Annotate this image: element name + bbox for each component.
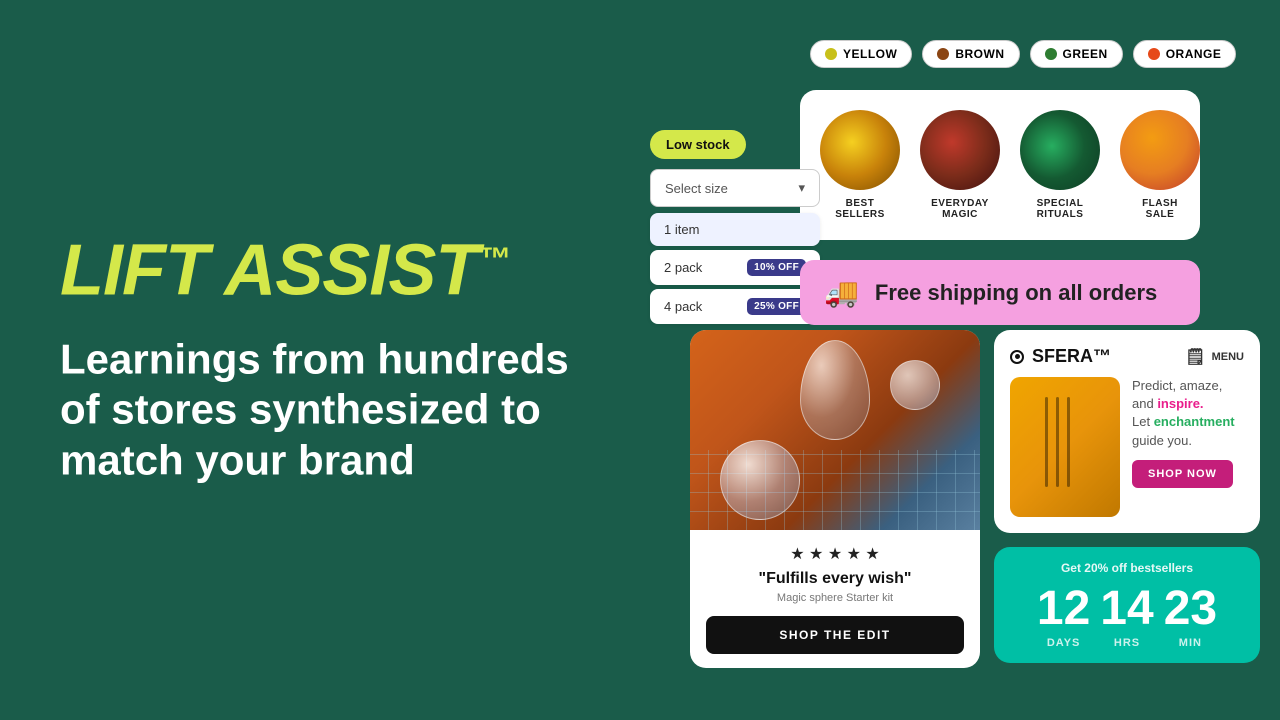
color-orange-label: ORANGE [1166, 47, 1222, 61]
days-label: DAYS [1047, 637, 1081, 649]
countdown-card: Get 20% off bestsellers 12 DAYS 14 HRS 2… [994, 547, 1260, 663]
shipping-text: Free shipping on all orders [875, 280, 1157, 306]
sphere-large [720, 440, 800, 520]
best-sellers-label: BESTSELLERS [835, 198, 885, 220]
yellow-dot [825, 48, 837, 60]
everyday-magic-img [920, 110, 1000, 190]
sfera-name: SFERA™ [1032, 346, 1111, 367]
bottom-row: ★ ★ ★ ★ ★ "Fulfills every wish" Magic sp… [690, 330, 1260, 668]
sfera-logo: SFERA™ [1010, 346, 1111, 367]
shop-the-edit-button[interactable]: SHOP THE EDIT [706, 616, 964, 654]
flash-sale-img [1120, 110, 1200, 190]
countdown-min: 23 MIN [1164, 585, 1217, 649]
hrs-label: HRS [1114, 637, 1140, 649]
size-select-dropdown[interactable]: Select size ▾ [650, 169, 820, 207]
sphere-tall [800, 340, 870, 440]
sfera-product-image [1010, 377, 1120, 517]
hrs-value: 14 [1100, 585, 1153, 633]
brown-dot [937, 48, 949, 60]
menu-label: MENU [1212, 351, 1244, 363]
best-sellers-img [820, 110, 900, 190]
color-brown-label: BROWN [955, 47, 1004, 61]
tagline: Learnings from hundreds of stores synthe… [60, 334, 580, 485]
orange-dot [1148, 48, 1160, 60]
min-label: MIN [1179, 637, 1202, 649]
product-lines [1045, 397, 1085, 487]
size-option-4pack[interactable]: 4 pack 25% OFF [650, 289, 820, 324]
countdown-numbers: 12 DAYS 14 HRS 23 MIN [1010, 585, 1244, 649]
menu-icon: 🗒 [1185, 347, 1205, 367]
brand-title: LIFT ASSIST™ [60, 234, 580, 306]
color-green[interactable]: GREEN [1030, 40, 1123, 68]
flash-sale-label: FLASHSALE [1142, 198, 1178, 220]
product-everyday-magic[interactable]: EVERYDAYMAGIC [920, 110, 1000, 220]
review-text: "Fulfills every wish" [706, 570, 964, 588]
everyday-magic-label: EVERYDAYMAGIC [931, 198, 989, 220]
size-1item-label: 1 item [664, 222, 699, 237]
line-1 [1045, 397, 1048, 487]
chevron-down-icon: ▾ [798, 180, 805, 196]
inspire-highlight: inspire. [1157, 396, 1203, 411]
size-4pack-discount: 25% OFF [747, 298, 806, 315]
truck-icon: 🚚 [824, 276, 859, 309]
countdown-label: Get 20% off bestsellers [1010, 561, 1244, 575]
low-stock-badge: Low stock [650, 130, 746, 159]
shipping-banner: 🚚 Free shipping on all orders [800, 260, 1200, 325]
special-rituals-label: SPECIALRITUALS [1037, 198, 1084, 220]
sfera-inner: Predict, amaze,and inspire.Let enchantme… [1010, 377, 1244, 517]
size-2pack-label: 2 pack [664, 260, 702, 275]
sfera-inner-dot [1015, 354, 1020, 359]
size-selector-area: Low stock Select size ▾ 1 item 2 pack 10… [650, 130, 820, 328]
showcase-image [690, 330, 980, 530]
line-2 [1056, 397, 1059, 487]
showcase-card: ★ ★ ★ ★ ★ "Fulfills every wish" Magic sp… [690, 330, 980, 668]
size-option-1item[interactable]: 1 item [650, 213, 820, 246]
sfera-copy: Predict, amaze,and inspire.Let enchantme… [1132, 377, 1235, 517]
size-option-2pack[interactable]: 2 pack 10% OFF [650, 250, 820, 285]
color-selector: YELLOW BROWN GREEN ORANGE [810, 40, 1236, 68]
showcase-content: ★ ★ ★ ★ ★ "Fulfills every wish" Magic sp… [690, 530, 980, 668]
min-value: 23 [1164, 585, 1217, 633]
stars: ★ ★ ★ ★ ★ [706, 544, 964, 564]
color-yellow-label: YELLOW [843, 47, 897, 61]
product-card: BESTSELLERS EVERYDAYMAGIC SPECIALRITUALS… [800, 90, 1200, 240]
enchantment-highlight: enchantment [1154, 414, 1235, 429]
color-green-label: GREEN [1063, 47, 1108, 61]
sfera-logo-circle [1010, 350, 1024, 364]
sfera-headline: Predict, amaze,and inspire.Let enchantme… [1132, 377, 1235, 450]
sphere-small [890, 360, 940, 410]
color-yellow[interactable]: YELLOW [810, 40, 912, 68]
product-special-rituals[interactable]: SPECIALRITUALS [1020, 110, 1100, 220]
green-dot [1045, 48, 1057, 60]
brand-name: LIFT ASSIST [60, 230, 478, 310]
menu-button[interactable]: 🗒 MENU [1185, 347, 1244, 367]
color-orange[interactable]: ORANGE [1133, 40, 1237, 68]
line-3 [1067, 397, 1070, 487]
product-flash-sale[interactable]: FLASHSALE [1120, 110, 1200, 220]
shop-now-button[interactable]: SHOP NOW [1132, 460, 1233, 488]
countdown-days: 12 DAYS [1037, 585, 1090, 649]
sfera-header: SFERA™ 🗒 MENU [1010, 346, 1244, 367]
size-2pack-discount: 10% OFF [747, 259, 806, 276]
size-placeholder: Select size [665, 181, 728, 196]
product-name: Magic sphere Starter kit [706, 592, 964, 604]
left-panel: LIFT ASSIST™ Learnings from hundreds of … [60, 234, 580, 485]
sfera-side: SFERA™ 🗒 MENU [994, 330, 1260, 668]
color-brown[interactable]: BROWN [922, 40, 1019, 68]
special-rituals-img [1020, 110, 1100, 190]
size-4pack-label: 4 pack [664, 299, 702, 314]
trademark: ™ [478, 240, 509, 276]
days-value: 12 [1037, 585, 1090, 633]
countdown-hrs: 14 HRS [1100, 585, 1153, 649]
product-best-sellers[interactable]: BESTSELLERS [820, 110, 900, 220]
sfera-card: SFERA™ 🗒 MENU [994, 330, 1260, 533]
